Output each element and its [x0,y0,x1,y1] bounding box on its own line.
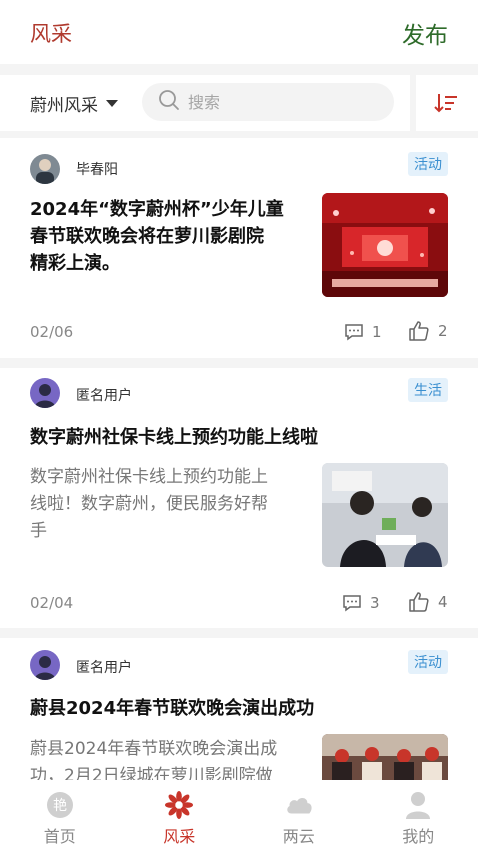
tab-label: 我的 [402,827,435,846]
avatar [30,378,60,408]
comment-count[interactable]: 1 [344,322,382,342]
like-count-value: 4 [438,593,448,611]
top-bar: 风采 发布 [0,0,478,64]
publish-button[interactable]: 发布 [402,16,448,50]
user-icon [403,790,433,820]
post-thumbnail[interactable] [322,193,448,297]
post-card[interactable]: 匿名用户 生活 数字蔚州社保卡线上预约功能上线啦 数字蔚州社保卡线上预约功能上 … [0,368,478,628]
post-card[interactable]: 匿名用户 活动 蔚县2024年春节联欢晚会演出成功 蔚县2024年春节联欢晚会演… [0,638,478,780]
tab-mine[interactable]: 我的 [359,780,478,850]
like-count[interactable]: 2 [408,320,448,342]
sort-button[interactable] [432,89,460,117]
tab-label: 两云 [282,827,315,846]
area-dropdown-label: 蔚州风采 [30,96,98,116]
category-tag[interactable]: 活动 [408,650,448,674]
svg-text:艳: 艳 [53,798,67,814]
tab-label: 首页 [43,827,76,846]
page-title: 风采 [30,22,72,46]
bottom-tab-bar: 艳 首页 风采 两云 我的 [0,780,478,850]
headline-line: 2024年“数字蔚州杯”少年儿童 [30,199,284,220]
headline-line: 数字蔚州社保卡线上预约功能上线啦 [30,427,318,448]
tab-label: 风采 [163,827,196,846]
headline-line: 蔚县2024年春节联欢晚会演出成功 [30,698,315,719]
summary-line: 数字蔚州社保卡线上预约功能上 [30,467,268,487]
caret-down-icon [106,100,118,107]
thumbs-up-icon [409,592,429,612]
tab-home[interactable]: 艳 首页 [0,780,120,850]
divider [410,75,416,131]
comment-icon [343,595,361,612]
search-icon [158,89,180,115]
author-name: 匿名用户 [76,388,132,404]
comment-count[interactable]: 3 [342,593,380,613]
search-box[interactable] [142,83,394,121]
post-thumbnail[interactable] [322,463,448,567]
category-tag[interactable]: 生活 [408,378,448,402]
avatar [30,650,60,680]
category-tag[interactable]: 活动 [408,152,448,176]
post-card[interactable]: 毕春阳 活动 2024年“数字蔚州杯”少年儿童 春节联欢晚会将在萝川影剧院 精彩… [0,138,478,358]
like-count-value: 2 [438,322,448,340]
summary-line: 蔚县2024年春节联欢晚会演出成 [30,739,278,759]
post-summary: 数字蔚州社保卡线上预约功能上 线啦！数字蔚州，便民服务好帮 手 [30,464,302,545]
comment-icon [345,324,363,341]
home-logo-icon: 艳 [45,790,75,820]
post-summary: 蔚县2024年春节联欢晚会演出成 功，2月2日绿城在萝川影剧院做 [30,736,302,780]
post-headline: 蔚县2024年春节联欢晚会演出成功 [30,695,314,722]
post-thumbnail[interactable] [322,734,448,780]
post-date: 02/04 [30,594,74,612]
author-name: 匿名用户 [76,660,132,676]
summary-line: 手 [30,521,47,541]
tab-style[interactable]: 风采 [120,780,240,850]
summary-line: 线啦！数字蔚州，便民服务好帮 [30,494,268,514]
post-headline: 数字蔚州社保卡线上预约功能上线啦 [30,424,318,451]
flower-icon [164,790,194,820]
cloud-icon [284,790,314,820]
summary-line: 功，2月2日绿城在萝川影剧院做 [30,766,273,780]
area-dropdown[interactable]: 蔚州风采 [30,91,118,116]
post-date: 02/06 [30,323,74,341]
tab-cloud[interactable]: 两云 [239,780,359,850]
thumbs-up-icon [409,321,429,341]
comment-count-value: 3 [370,594,380,612]
sort-icon [434,94,457,113]
headline-line: 精彩上演。 [30,253,120,274]
headline-line: 春节联欢晚会将在萝川影剧院 [30,226,264,247]
comment-count-value: 1 [372,323,382,341]
like-count[interactable]: 4 [408,591,448,613]
filter-bar: 蔚州风采 [0,75,478,131]
post-headline: 2024年“数字蔚州杯”少年儿童 春节联欢晚会将在萝川影剧院 精彩上演。 [30,196,284,277]
author-name: 毕春阳 [76,162,118,178]
avatar [30,154,60,184]
search-input[interactable] [188,92,378,112]
